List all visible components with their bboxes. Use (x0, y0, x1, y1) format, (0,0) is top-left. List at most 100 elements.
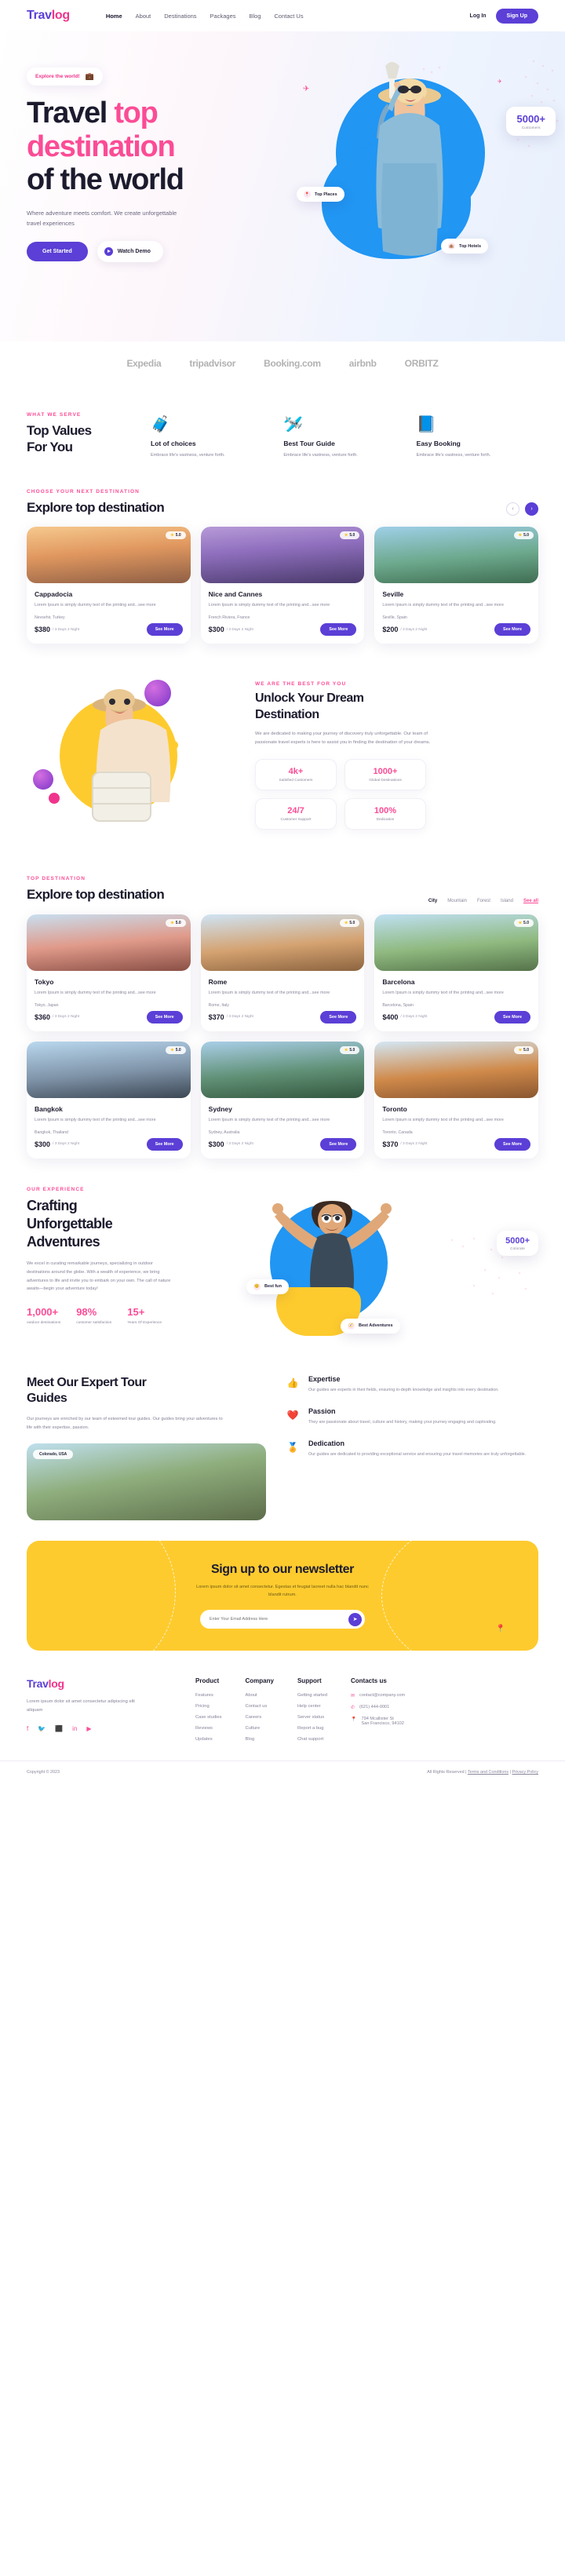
footer-link[interactable]: About (246, 1693, 274, 1698)
tab-island[interactable]: Island (501, 899, 513, 903)
login-link[interactable]: Log In (470, 13, 487, 19)
footer-link[interactable]: Culture (246, 1726, 274, 1731)
see-more-button[interactable]: See More (320, 1010, 357, 1023)
get-started-button[interactable]: Get Started (27, 241, 88, 261)
craft-stat: 98% customer satisfaction (76, 1306, 111, 1326)
destination-location: French Riviera, France (208, 615, 250, 621)
stat-card: 24/7 Customer Support (255, 797, 337, 830)
destination-card[interactable]: ★ 5.0 Barcelona Lorem Ipsum is simply dum… (374, 914, 538, 1031)
values-heading-line1: Top Values (27, 423, 92, 438)
footer-link[interactable]: Chat support (297, 1737, 327, 1742)
twitter-icon[interactable]: 🐦 (38, 1725, 46, 1732)
guides-copy: Meet Our Expert Tour Guides Our journeys… (27, 1375, 266, 1520)
dashed-decor-1 (27, 1540, 176, 1651)
rating-badge: ★ 5.0 (166, 531, 186, 540)
destination-name: Bangkok (35, 1104, 63, 1113)
footer-link[interactable]: Help center (297, 1704, 327, 1709)
nav-item-blog[interactable]: Blog (249, 13, 261, 20)
instagram-icon[interactable]: ⬛ (55, 1725, 63, 1732)
value-desc: Embrace life's vastness, venture forth. (416, 453, 491, 458)
brand-logo[interactable]: Travlog (27, 9, 70, 23)
destination-card[interactable]: ★ 5.0 Nice and Cannes Lorem Ipsum is simp… (200, 527, 365, 644)
see-more-button[interactable]: See More (146, 623, 183, 637)
destination-card[interactable]: ★ 5.0 Rome Lorem Ipsum is simply dummy te… (200, 914, 365, 1031)
see-more-button[interactable]: See More (494, 1010, 530, 1023)
footer-link[interactable]: Careers (246, 1715, 274, 1720)
crafting-copy: Our Experience Crafting Unforgettable Ad… (27, 1187, 184, 1344)
nav-item-home[interactable]: Home (106, 13, 122, 20)
destination-duration: / 3 Days 2 Night (400, 627, 428, 632)
footer-link[interactable]: Reviews (195, 1726, 222, 1731)
unlock-heading-line2: Destination (255, 707, 319, 721)
chevron-right-icon[interactable]: › (525, 502, 538, 516)
footer-column-title: Product (195, 1677, 220, 1684)
destination-card[interactable]: ★ 5.0 Cappadocia Lorem Ipsum is simply du… (27, 527, 191, 644)
see-more-button[interactable]: See More (146, 1010, 183, 1023)
destination-card[interactable]: ★ 5.0 Sydney Lorem Ipsum is simply dummy … (200, 1041, 365, 1158)
destination-card[interactable]: ★ 5.0 Bangkok Lorem Ipsum is simply dummy… (27, 1041, 191, 1158)
privacy-link[interactable]: Privacy Policy (512, 1770, 538, 1775)
customers-counter-value: 5000+ (516, 113, 545, 125)
footer-link[interactable]: Report a bug (297, 1726, 327, 1731)
see-more-button[interactable]: See More (146, 1137, 183, 1151)
linkedin-icon[interactable]: in (72, 1725, 77, 1732)
stat-card: 100% Dedication (344, 797, 426, 830)
paper-plane-icon: 🛩️ (283, 416, 304, 433)
star-icon: ★ (344, 920, 348, 925)
destination-duration: / 3 Days 2 Night (400, 1142, 428, 1147)
destination-card[interactable]: ★ 5.0 Seville Lorem Ipsum is simply dummy… (374, 527, 539, 644)
tab-forest[interactable]: Forest (477, 899, 490, 903)
see-more-button[interactable]: See More (494, 1137, 530, 1151)
explore-kicker: CHOOSE YOUR NEXT DESTINATION (27, 489, 140, 495)
facebook-icon[interactable]: f (27, 1725, 28, 1732)
hero-subtitle: Where adventure meets comfort. We create… (27, 209, 177, 227)
footer-link[interactable]: Server status (297, 1715, 327, 1720)
contact-phone-row[interactable]: ✆ (621) 444-0001 (351, 1705, 405, 1710)
see-more-button[interactable]: See More (320, 1137, 357, 1151)
chevron-left-icon[interactable]: ‹ (506, 502, 519, 516)
guide-feature-expertise: 👍 Expertise Our guides are experts in th… (285, 1375, 538, 1394)
footer-link[interactable]: Case studies (195, 1715, 222, 1720)
send-icon[interactable]: ➤ (348, 1612, 362, 1626)
footer-logo[interactable]: Travlog (27, 1677, 172, 1690)
newsletter-email-input[interactable] (210, 1617, 348, 1622)
tab-mountain[interactable]: Mountain (447, 899, 467, 903)
nav-item-about[interactable]: About (136, 13, 151, 20)
contact-email-row[interactable]: ✉ contact@company.com (351, 1693, 405, 1698)
footer-link[interactable]: Pricing (195, 1704, 222, 1709)
nav-item-packages[interactable]: Packages (210, 13, 236, 20)
footer-column-title: Company (245, 1677, 274, 1684)
see-more-button[interactable]: See More (494, 623, 531, 637)
see-more-button[interactable]: See More (320, 623, 357, 637)
destination-card[interactable]: ★ 5.0 Toronto Lorem Ipsum is simply dummy… (374, 1041, 538, 1158)
rating-value: 5.0 (175, 920, 181, 925)
see-all-link[interactable]: See all (523, 899, 538, 903)
watch-demo-button[interactable]: Watch Demo (97, 240, 163, 262)
stat-value: 4k+ (288, 766, 304, 776)
hero-section: Explore the world! 💼 Travel top destinat… (0, 31, 565, 341)
destination-desc: Lorem Ipsum is simply dummy text of the … (35, 1117, 156, 1122)
footer-brand: Travlog Lorem ipsum dolor sit amet conse… (27, 1677, 172, 1748)
tab-city[interactable]: City (428, 899, 437, 903)
value-card-guide: 🛩️ Best Tour Guide Embrace life's vastne… (283, 417, 405, 459)
footer-link[interactable]: Features (195, 1693, 222, 1698)
partner-logo-tripadvisor: tripadvisor (189, 358, 236, 369)
signup-button[interactable]: Sign Up (495, 8, 538, 24)
nav-item-contact-us[interactable]: Contact Us (275, 13, 304, 20)
nav-item-destinations[interactable]: Destinations (164, 13, 196, 20)
footer-link[interactable]: Getting started (297, 1693, 327, 1698)
youtube-icon[interactable]: ▶ (86, 1725, 91, 1732)
destination-card[interactable]: ★ 5.0 Tokyo Lorem Ipsum is simply dummy t… (27, 914, 191, 1031)
destination-location: Toronto, Canada (382, 1129, 413, 1135)
terms-link[interactable]: Terms and Conditions (468, 1770, 508, 1775)
footer-link[interactable]: Blog (246, 1737, 274, 1742)
guide-feature-desc: Our guides are dedicated to providing ex… (308, 1452, 527, 1458)
watch-demo-label: Watch Demo (117, 248, 151, 254)
guides-heading: Meet Our Expert Tour Guides (27, 1375, 266, 1408)
footer-link[interactable]: Updates (195, 1737, 222, 1742)
briefcase-icon: 💼 (85, 72, 94, 80)
destination-duration: / 3 Days 2 Night (400, 1015, 428, 1020)
rating-value: 5.0 (349, 920, 355, 925)
footer-link[interactable]: Contact us (246, 1704, 274, 1709)
customers-counter-label: Customers (521, 126, 541, 130)
